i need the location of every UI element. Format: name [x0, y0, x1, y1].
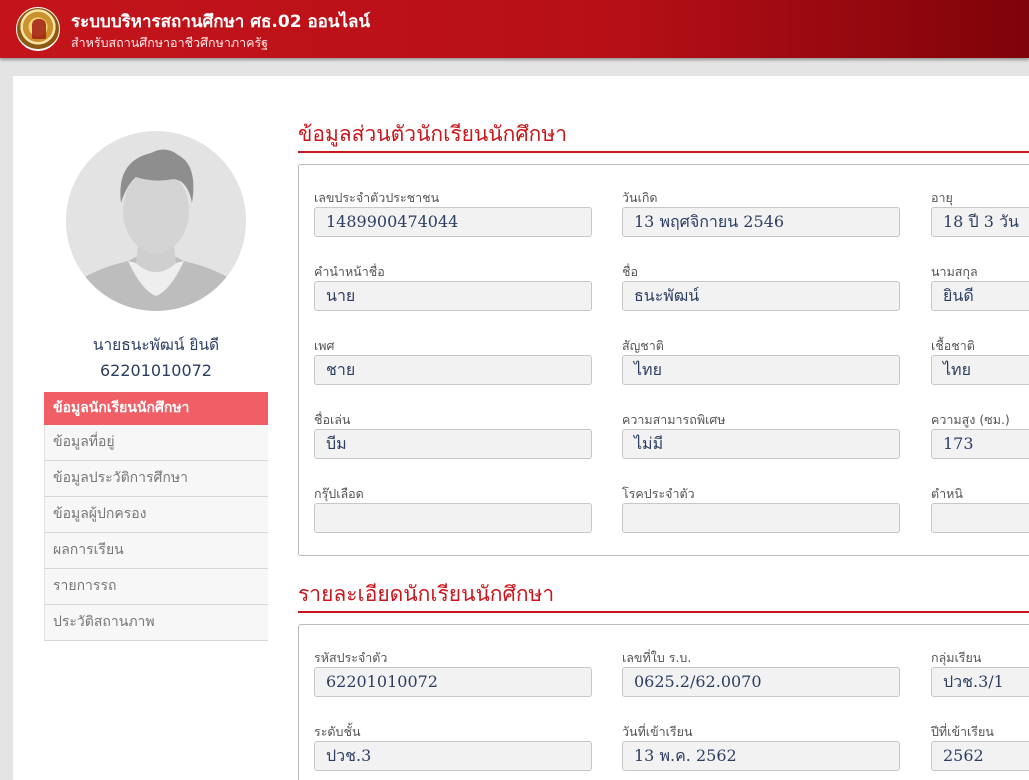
student-name: นายธนะพัฒน์ ยินดี: [92, 336, 220, 354]
sidebar-item-education-history[interactable]: ข้อมูลประวัติการศึกษา: [44, 461, 268, 497]
nationality-field[interactable]: ไทย: [622, 355, 900, 385]
rb-number-field[interactable]: 0625.2/62.0070: [622, 667, 900, 697]
chronic-disease-field[interactable]: [622, 503, 900, 533]
app-header: ระบบบริหารสถานศึกษา ศธ.02 ออนไลน์ สำหรับ…: [0, 0, 1029, 58]
personal-info-heading: ข้อมูลส่วนตัวนักเรียนนักศึกษา: [298, 122, 568, 146]
student-code-label: รหัสประจำตัว: [314, 650, 388, 665]
prefix-field[interactable]: นาย: [314, 281, 592, 311]
blood-group-field[interactable]: [314, 503, 592, 533]
class-group-field[interactable]: ปวช.3/1: [931, 667, 1029, 697]
ethnicity-label: เชื้อชาติ: [931, 338, 975, 353]
class-group-label: กลุ่มเรียน: [931, 650, 982, 665]
birth-date-field[interactable]: 13 พฤศจิกายน 2546: [622, 207, 900, 237]
sidebar-item-status-history[interactable]: ประวัติสถานภาพ: [44, 605, 268, 641]
app-subtitle: สำหรับสถานศึกษาอาชีวศึกษาภาครัฐ: [71, 35, 269, 50]
nickname-label: ชื่อเล่น: [314, 412, 351, 427]
enroll-year-label: ปีที่เข้าเรียน: [931, 724, 994, 739]
special-ability-label: ความสามารถพิเศษ: [622, 412, 726, 427]
last-name-field[interactable]: ยินดี: [931, 281, 1029, 311]
sidebar-item-address[interactable]: ข้อมูลที่อยู่: [44, 425, 268, 461]
flaw-field[interactable]: [931, 503, 1029, 533]
app-title: ระบบบริหารสถานศึกษา ศธ.02 ออนไลน์: [71, 12, 371, 32]
side-nav: ข้อมูลนักเรียนนักศึกษา ข้อมูลที่อยู่ ข้อ…: [44, 392, 268, 641]
level-label: ระดับชั้น: [314, 724, 361, 739]
student-avatar: [66, 131, 246, 311]
first-name-field[interactable]: ธนะพัฒน์: [622, 281, 900, 311]
height-label: ความสูง (ซม.): [931, 412, 1010, 427]
enroll-year-field[interactable]: 2562: [931, 741, 1029, 771]
personal-info-group: เลขประจำตัวประชาชน 1489900474044 วันเกิด…: [298, 164, 1029, 556]
chronic-disease-label: โรคประจำตัว: [622, 486, 695, 501]
age-field[interactable]: 18 ปี 3 วัน: [931, 207, 1029, 237]
nickname-field[interactable]: บีม: [314, 429, 592, 459]
sidebar-item-student-info[interactable]: ข้อมูลนักเรียนนักศึกษา: [44, 392, 268, 425]
enroll-date-label: วันที่เข้าเรียน: [622, 724, 693, 739]
nationality-label: สัญชาติ: [622, 338, 664, 353]
student-code-field[interactable]: 62201010072: [314, 667, 592, 697]
special-ability-field[interactable]: ไม่มี: [622, 429, 900, 459]
national-id-field[interactable]: 1489900474044: [314, 207, 592, 237]
ethnicity-field[interactable]: ไทย: [931, 355, 1029, 385]
rb-number-label: เลขที่ใบ ร.บ.: [622, 650, 692, 665]
vocational-emblem-logo: [16, 7, 60, 51]
person-silhouette-icon: [66, 131, 246, 311]
student-details-heading: รายละเอียดนักเรียนนักศึกษา: [298, 582, 555, 606]
sidebar-item-vehicles[interactable]: รายการรถ: [44, 569, 268, 605]
level-field[interactable]: ปวช.3: [314, 741, 592, 771]
prefix-label: คำนำหน้าชื่อ: [314, 264, 385, 279]
last-name-label: นามสกุล: [931, 264, 978, 279]
sidebar-item-grades[interactable]: ผลการเรียน: [44, 533, 268, 569]
flaw-label: ตำหนิ: [931, 486, 963, 501]
height-field[interactable]: 173: [931, 429, 1029, 459]
gender-field[interactable]: ชาย: [314, 355, 592, 385]
blood-group-label: กรุ๊ปเลือด: [314, 486, 364, 501]
student-details-group: รหัสประจำตัว 62201010072 เลขที่ใบ ร.บ. 0…: [298, 624, 1029, 780]
gender-label: เพศ: [314, 338, 335, 353]
national-id-label: เลขประจำตัวประชาชน: [314, 190, 440, 205]
section-divider: [298, 611, 1029, 613]
enroll-date-field[interactable]: 13 พ.ค. 2562: [622, 741, 900, 771]
age-label: อายุ: [931, 190, 953, 205]
sidebar-item-guardian[interactable]: ข้อมูลผู้ปกครอง: [44, 497, 268, 533]
first-name-label: ชื่อ: [622, 264, 638, 279]
section-divider: [298, 151, 1029, 153]
student-id: 62201010072: [100, 361, 212, 380]
birth-date-label: วันเกิด: [622, 190, 658, 205]
main-panel: นายธนะพัฒน์ ยินดี 62201010072 ข้อมูลนักเ…: [13, 76, 1029, 780]
